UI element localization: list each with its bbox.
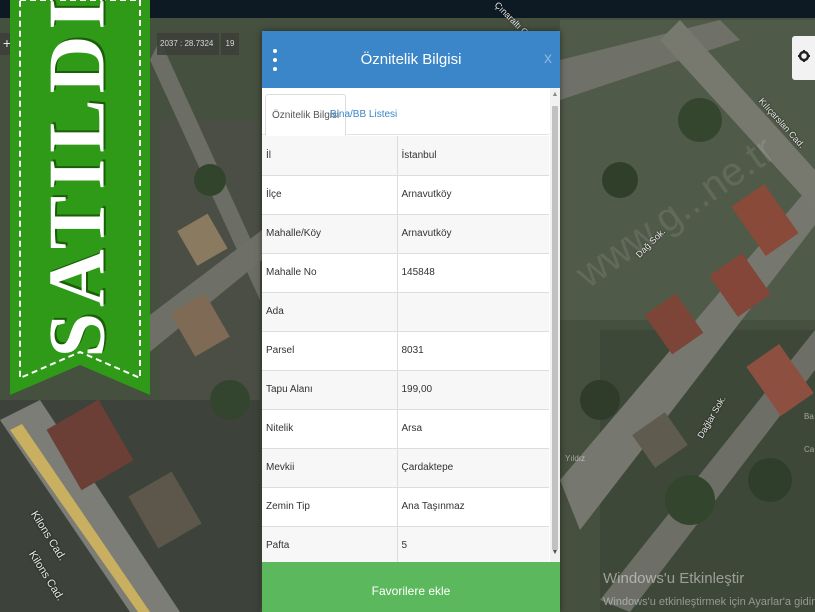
dialog-scrollbar[interactable]: ▲ ▼ xyxy=(550,88,560,562)
attribute-value: 199,00 xyxy=(397,370,549,410)
scroll-thumb[interactable] xyxy=(552,106,558,550)
attribute-value: Arsa xyxy=(397,409,549,449)
sold-text: SATILDI xyxy=(33,0,122,358)
table-row: Mahalle/Köy Arnavutköy xyxy=(262,214,549,254)
attribute-key: Tapu Alanı xyxy=(262,370,398,410)
attribute-value xyxy=(397,292,549,332)
dialog-tabs: Öznitelik Bilgisi Bina/BB Listesi xyxy=(262,88,549,136)
scroll-up-arrow-icon[interactable]: ▲ xyxy=(550,90,560,100)
coordinate-readout: 2037 : 28.7324 xyxy=(157,33,219,55)
table-row: Mahalle No 145848 xyxy=(262,253,549,293)
scroll-down-arrow-icon[interactable]: ▼ xyxy=(550,548,560,558)
table-row: Mevkii Çardaktepe xyxy=(262,448,549,488)
table-row: Tapu Alanı 199,00 xyxy=(262,370,549,410)
attribute-key: Mahalle No xyxy=(262,253,398,293)
attribute-table: İl İstanbul İlçe Arnavutköy Mahalle/Köy Arn… xyxy=(262,136,549,562)
windows-activation-title: Windows'u Etkinleştir xyxy=(603,570,745,587)
windows-activation-subtitle: Windows'u etkinleştirmek için Ayarlar'a … xyxy=(603,596,815,608)
table-row: Ada xyxy=(262,292,549,332)
attribute-key: Ada xyxy=(262,292,398,332)
zoom-level-readout: 19 xyxy=(221,33,239,55)
attribute-value: İstanbul xyxy=(397,136,549,176)
dialog-title: Öznitelik Bilgisi xyxy=(360,51,462,68)
attribute-value: 8031 xyxy=(397,331,549,371)
attribute-value: 5 xyxy=(397,526,549,562)
attribute-value: 145848 xyxy=(397,253,549,293)
map-place-label: Ca xyxy=(804,445,815,454)
table-row: Zemin Tip Ana Taşınmaz xyxy=(262,487,549,527)
attribute-info-dialog: Öznitelik Bilgisi x Öznitelik Bilgisi Bi… xyxy=(262,31,560,612)
attribute-value: Arnavutköy xyxy=(397,214,549,254)
add-to-favorites-button[interactable]: Favorilere ekle xyxy=(262,562,560,612)
attribute-key: Mevkii xyxy=(262,448,398,488)
close-button[interactable]: x xyxy=(544,49,552,69)
map-place-label: Ba xyxy=(804,412,814,421)
gear-icon xyxy=(797,49,810,67)
attribute-key: Zemin Tip xyxy=(262,487,398,527)
vertical-dots-menu-icon[interactable] xyxy=(270,49,280,71)
attribute-key: Parsel xyxy=(262,331,398,371)
attribute-table-container: İl İstanbul İlçe Arnavutköy Mahalle/Köy Arn… xyxy=(262,136,549,562)
table-row: Pafta 5 xyxy=(262,526,549,562)
attribute-key: İlçe xyxy=(262,175,398,215)
attribute-key: Pafta xyxy=(262,526,398,562)
sold-banner: SATILDI xyxy=(0,0,160,400)
attribute-key: Mahalle/Köy xyxy=(262,214,398,254)
settings-button[interactable] xyxy=(792,36,815,80)
tab-building-list[interactable]: Bina/BB Listesi xyxy=(324,94,403,136)
table-row: İlçe Arnavutköy xyxy=(262,175,549,215)
attribute-key: İl xyxy=(262,136,398,176)
table-row: Nitelik Arsa xyxy=(262,409,549,449)
attribute-value: Arnavutköy xyxy=(397,175,549,215)
attribute-key: Nitelik xyxy=(262,409,398,449)
table-row: Parsel 8031 xyxy=(262,331,549,371)
attribute-value: Ana Taşınmaz xyxy=(397,487,549,527)
map-place-label: Yıldız xyxy=(565,454,586,463)
attribute-value: Çardaktepe xyxy=(397,448,549,488)
table-row: İl İstanbul xyxy=(262,136,549,176)
